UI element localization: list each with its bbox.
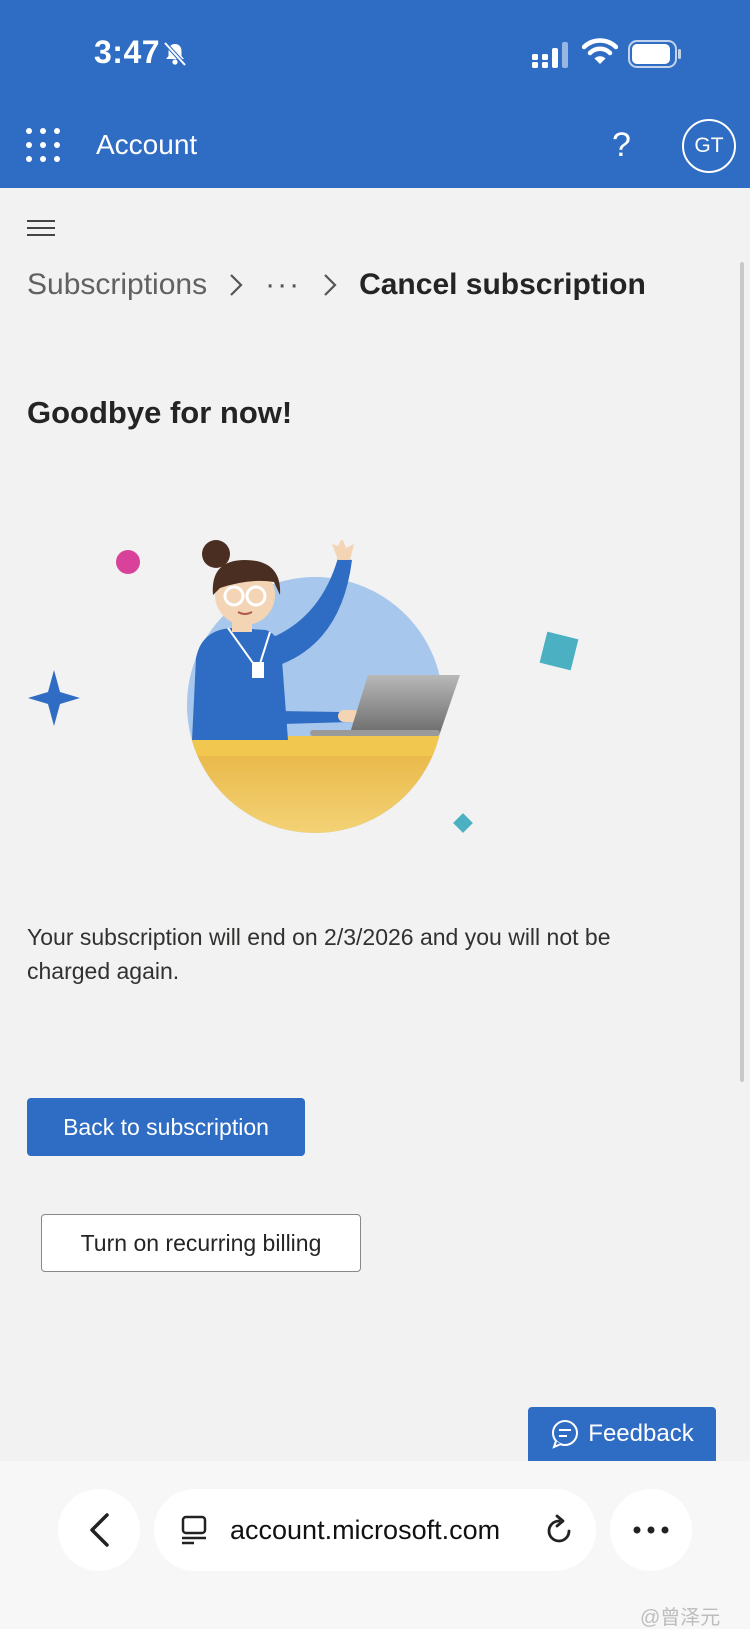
avatar[interactable]: GT: [682, 119, 736, 173]
url-text: account.microsoft.com: [230, 1514, 501, 1545]
page-title: Goodbye for now!: [27, 395, 293, 430]
more-icon: [633, 1526, 669, 1534]
breadcrumb-ellipsis[interactable]: ···: [265, 268, 301, 302]
cancellation-message: Your subscription will end on 2/3/2026 a…: [27, 924, 611, 984]
watermark: @曾泽元: [640, 1607, 721, 1629]
wifi-icon: [582, 38, 618, 64]
app-launcher-icon[interactable]: [26, 128, 60, 162]
goodbye-illustration: [28, 540, 579, 833]
breadcrumb-subscriptions[interactable]: Subscriptions: [27, 268, 207, 302]
battery-icon: [628, 40, 681, 68]
back-arrow-icon: [90, 1513, 109, 1547]
app-title: Account: [96, 129, 198, 160]
chevron-right-icon: [230, 274, 243, 296]
breadcrumb: Subscriptions ··· Cancel subscription: [27, 268, 646, 302]
status-time: 3:47: [94, 34, 161, 70]
reload-icon[interactable]: [544, 1513, 574, 1545]
feedback-label: Feedback: [588, 1420, 694, 1447]
tabs-icon: [181, 1515, 207, 1545]
breadcrumb-current: Cancel subscription: [359, 268, 646, 301]
scrollbar[interactable]: [740, 262, 744, 1082]
browser-toolbar: account.microsoft.com @曾泽元: [0, 1461, 750, 1629]
chat-bubble-icon: [552, 1420, 579, 1449]
bell-slash-icon: [163, 41, 187, 67]
hamburger-menu-icon[interactable]: [27, 220, 55, 238]
cellular-signal-icon: [532, 42, 568, 68]
feedback-button[interactable]: Feedback: [528, 1407, 716, 1461]
address-bar[interactable]: account.microsoft.com: [154, 1489, 596, 1571]
back-to-subscription-button[interactable]: Back to subscription: [27, 1098, 305, 1156]
top-app-bar: 3:47 Account ? GT: [0, 0, 750, 188]
back-button[interactable]: [58, 1489, 140, 1571]
chevron-right-icon: [324, 274, 337, 296]
more-options-button[interactable]: [610, 1489, 692, 1571]
help-icon[interactable]: ?: [612, 126, 631, 165]
turn-on-recurring-billing-button[interactable]: Turn on recurring billing: [41, 1214, 361, 1272]
